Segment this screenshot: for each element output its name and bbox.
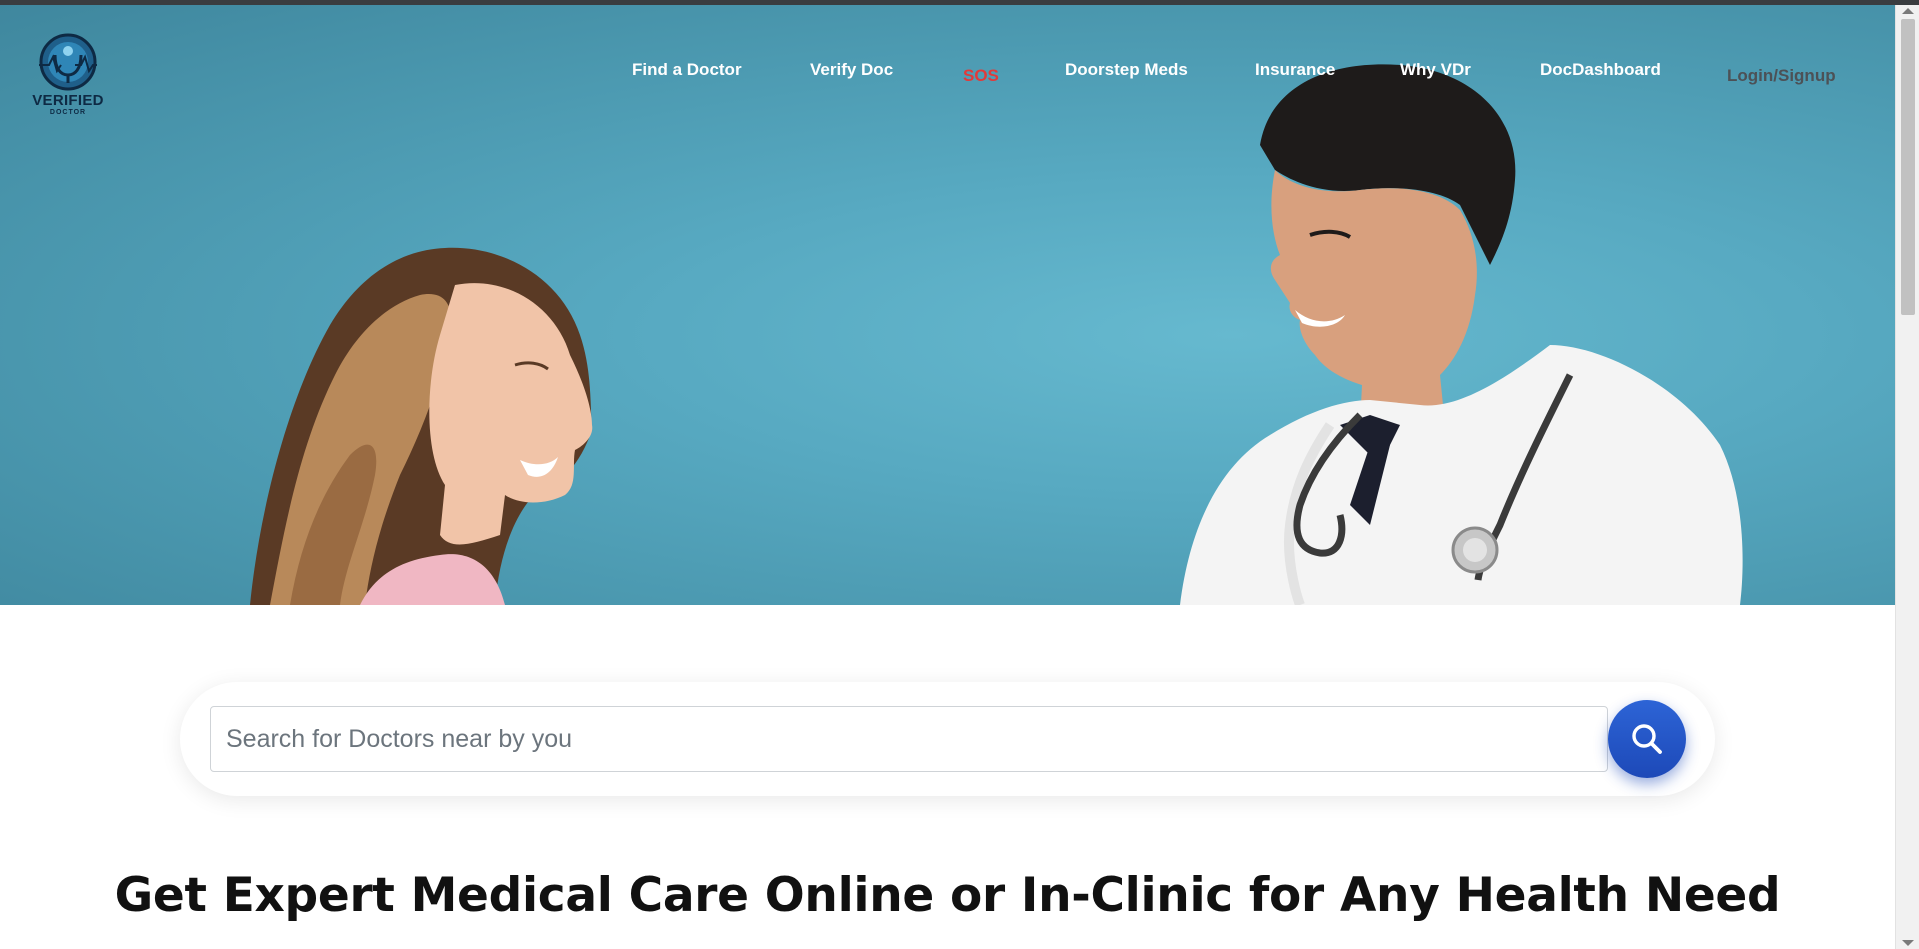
site-logo[interactable]: VERIFIED DOCTOR	[28, 31, 108, 121]
search-button[interactable]	[1608, 700, 1686, 778]
nav-doorstep-meds[interactable]: Doorstep Meds	[1065, 60, 1188, 80]
search-bar	[180, 682, 1715, 796]
nav-sos[interactable]: SOS	[963, 66, 999, 86]
patient-illustration	[250, 247, 593, 605]
nav-docdashboard[interactable]: DocDashboard	[1540, 60, 1661, 80]
nav-verify-doc[interactable]: Verify Doc	[810, 60, 893, 80]
logo-icon	[39, 33, 97, 91]
main-navigation: VERIFIED DOCTOR Find a Doctor Verify Doc…	[0, 5, 1895, 116]
page-scrollbar[interactable]	[1895, 5, 1919, 949]
scroll-down-arrow-icon[interactable]	[1902, 940, 1914, 946]
logo-subtext: DOCTOR	[49, 109, 87, 116]
login-signup-link[interactable]: Login/Signup	[1727, 66, 1836, 86]
hero-banner: VERIFIED DOCTOR Find a Doctor Verify Doc…	[0, 5, 1895, 605]
nav-find-a-doctor[interactable]: Find a Doctor	[632, 60, 742, 80]
doctor-search-input[interactable]	[210, 706, 1608, 772]
page-headline: Get Expert Medical Care Online or In-Cli…	[114, 868, 1781, 923]
logo-text: VERIFIED	[32, 92, 104, 109]
nav-insurance[interactable]: Insurance	[1255, 60, 1335, 80]
search-icon	[1632, 724, 1662, 754]
nav-why-vdr[interactable]: Why VDr	[1400, 60, 1471, 80]
doctor-illustration	[1180, 64, 1743, 605]
scroll-thumb[interactable]	[1901, 19, 1915, 315]
scroll-up-arrow-icon[interactable]	[1902, 8, 1914, 14]
